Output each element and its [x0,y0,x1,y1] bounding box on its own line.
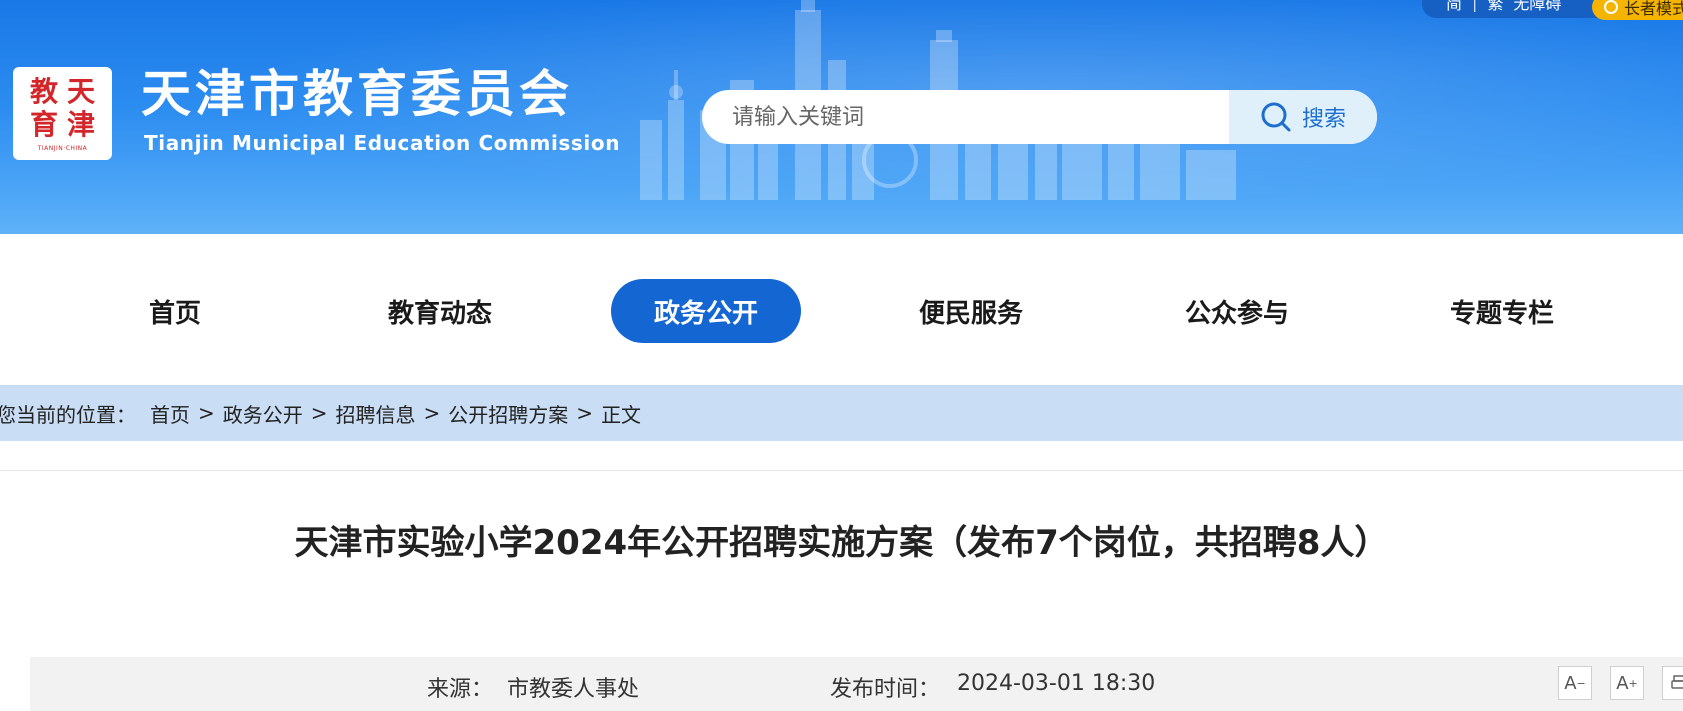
breadcrumb-link-recruitment[interactable]: 招聘信息 [336,399,416,428]
nav-item-government-affairs[interactable]: 政务公开 [611,279,801,343]
publish-time-label: 发布时间： [830,677,941,702]
traditional-chinese-link[interactable]: 繁 [1487,0,1503,14]
source-value: 市教委人事处 [507,677,640,702]
site-header: 简 | 繁 无障碍 长者模式 教 天 育 津 TIANJIN·CHINA 天津市… [0,0,1683,234]
print-button[interactable] [1662,666,1683,700]
breadcrumb-separator: > [576,401,594,425]
accessibility-link[interactable]: 无障碍 [1513,0,1561,14]
site-title: 天津市教育委员会 [141,65,573,123]
search-icon [1261,102,1291,132]
breadcrumb-link-government-affairs[interactable]: 政务公开 [223,399,303,428]
nav-item-education-news[interactable]: 教育动态 [345,279,535,343]
logo-char: 天 [66,74,95,108]
breadcrumb-separator: > [423,401,441,425]
site-subtitle: Tianjin Municipal Education Commission [144,131,621,155]
source-label: 来源： [427,677,494,702]
search-input[interactable] [732,90,1312,144]
logo-char: 津 [66,107,95,141]
utility-bar: 简 | 繁 无障碍 长者模式 [1422,0,1683,20]
logo-caption: TIANJIN·CHINA [37,145,88,152]
breadcrumb: 您当前的位置： 首页 > 政务公开 > 招聘信息 > 公开招聘方案 > 正文 [0,385,1683,441]
elder-mode-icon [1604,0,1618,14]
breadcrumb-lead: 您当前的位置： [0,402,136,427]
font-decrease-icon: A [1564,672,1577,694]
breadcrumb-separator: > [198,401,215,425]
nav-item-public-services[interactable]: 便民服务 [876,279,1066,343]
elder-mode-button[interactable]: 长者模式 [1592,0,1683,20]
nav-item-home[interactable]: 首页 [80,279,270,343]
site-logo[interactable]: 教 天 育 津 TIANJIN·CHINA [13,67,112,160]
elder-mode-label: 长者模式 [1624,0,1683,18]
logo-char: 育 [29,107,58,141]
content-divider [0,470,1683,471]
logo-seal: 教 天 育 津 [26,75,100,141]
search-button[interactable]: 搜索 [1229,90,1377,144]
nav-item-public-participation[interactable]: 公众参与 [1142,279,1332,343]
font-increase-icon: A [1616,672,1629,694]
article-title: 天津市实验小学2024年公开招聘实施方案（发布7个岗位，共招聘8人） [294,523,1389,563]
publish-time-value: 2024-03-01 18:30 [957,671,1156,696]
breadcrumb-link-home[interactable]: 首页 [150,399,190,428]
utility-separator: | [1472,0,1478,12]
print-icon [1671,675,1683,689]
search-box: 搜索 [702,90,1377,144]
breadcrumb-current: 正文 [601,402,642,427]
article-meta-bar: 来源： 市教委人事处 发布时间： 2024-03-01 18:30 A − A + [30,657,1683,711]
main-nav: 首页 教育动态 政务公开 便民服务 公众参与 专题专栏 [0,234,1683,384]
breadcrumb-separator: > [310,401,328,425]
search-button-label: 搜索 [1301,107,1346,132]
simplified-chinese-link[interactable]: 简 [1446,0,1462,14]
breadcrumb-link-recruitment-plans[interactable]: 公开招聘方案 [448,399,568,428]
font-decrease-button[interactable]: A − [1558,666,1592,700]
logo-char: 教 [29,74,58,108]
font-increase-button[interactable]: A + [1610,666,1644,700]
nav-item-special-topics[interactable]: 专题专栏 [1407,279,1597,343]
